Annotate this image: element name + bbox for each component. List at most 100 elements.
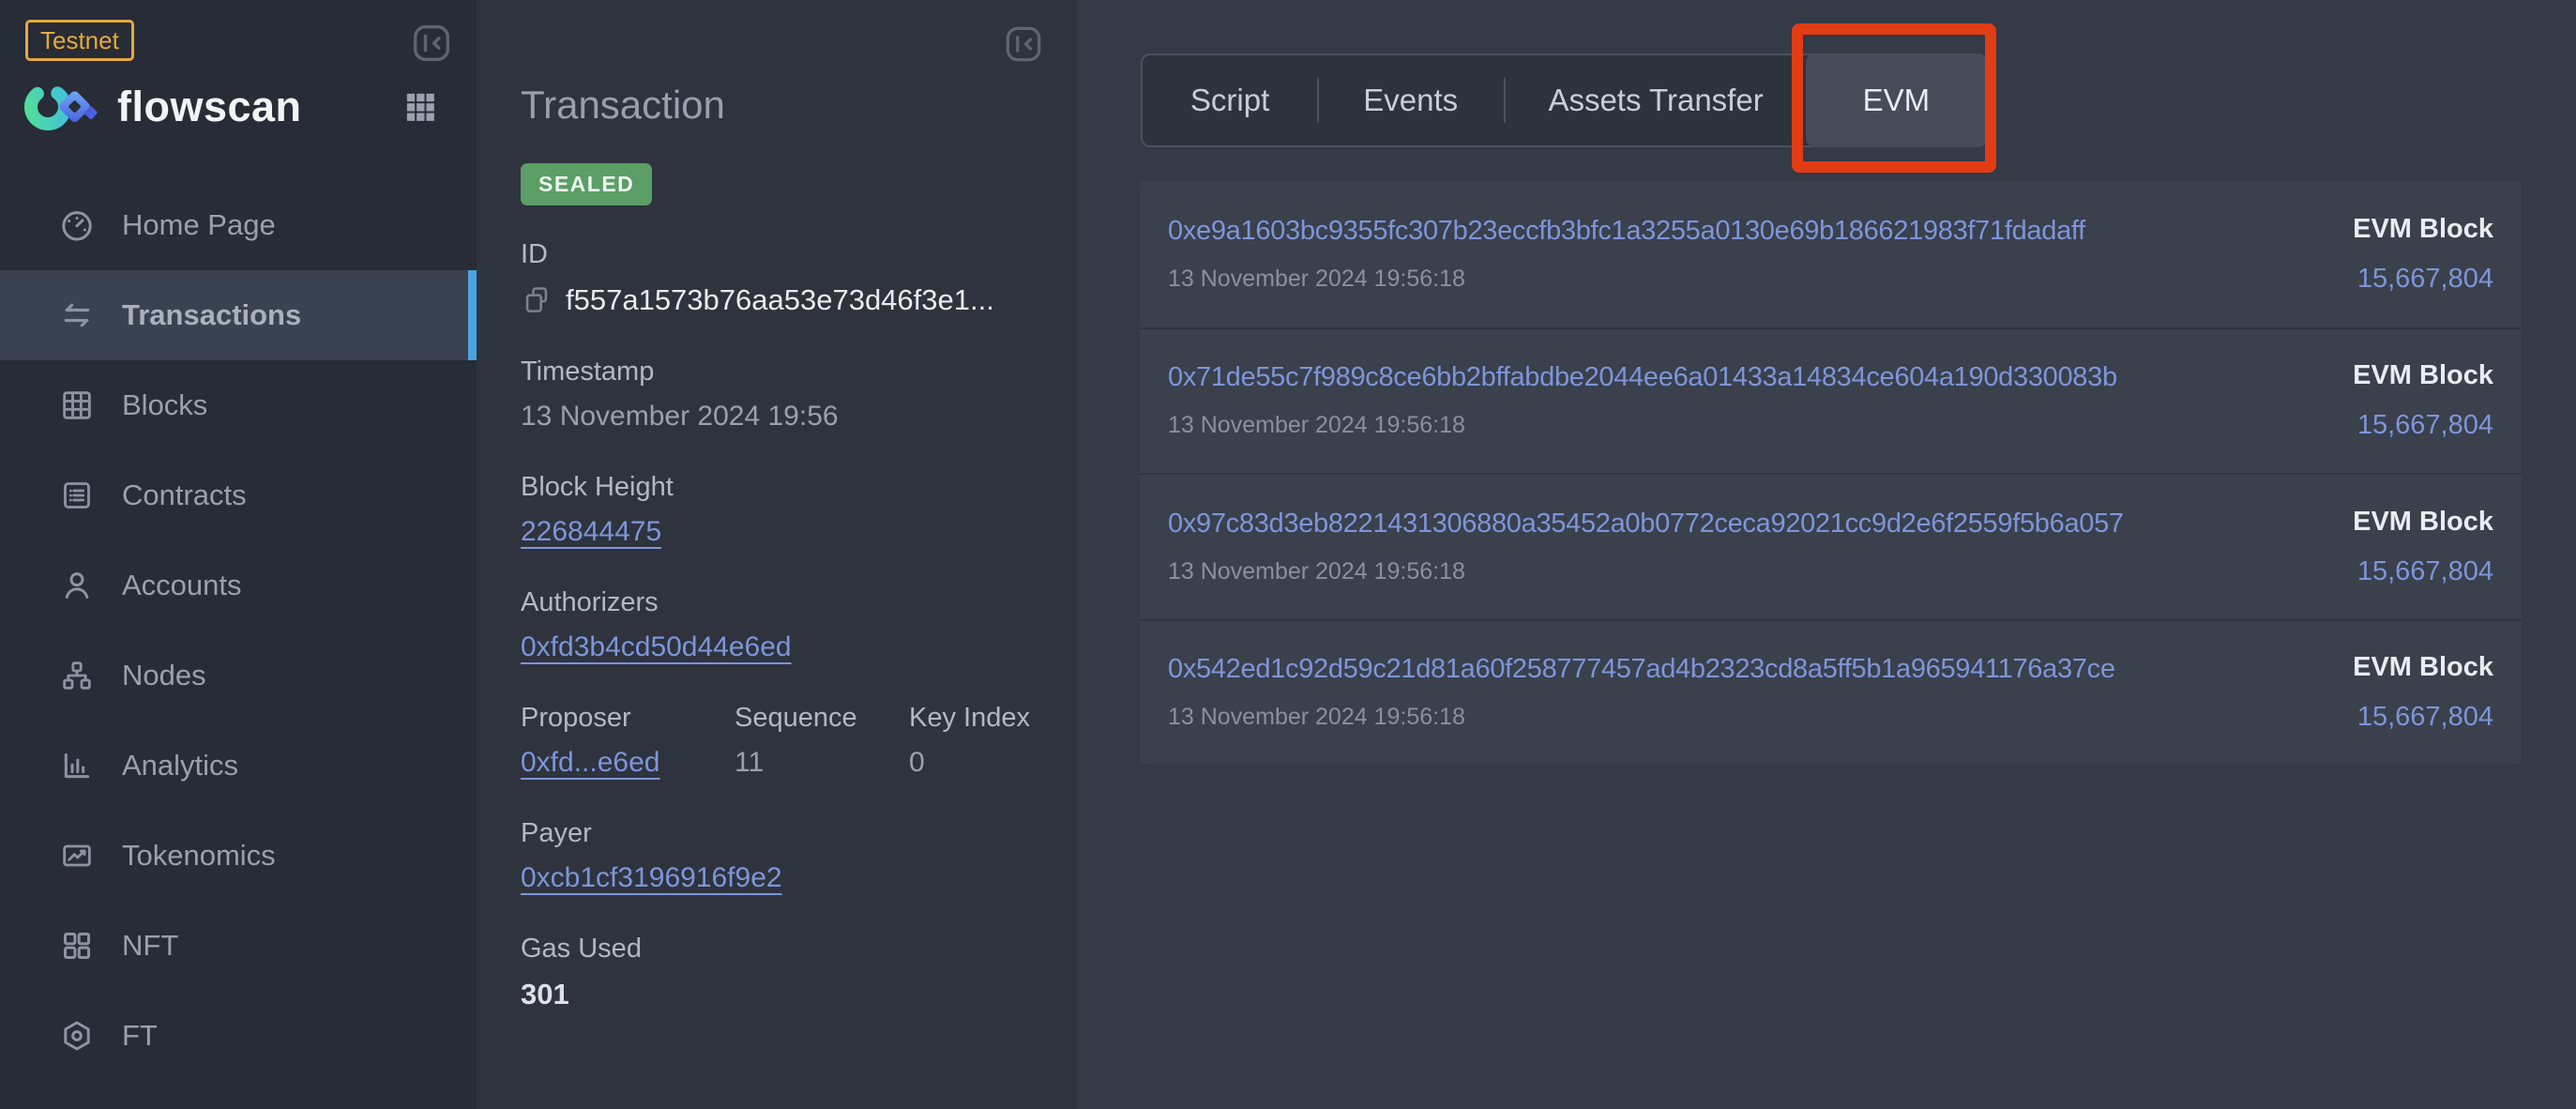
- authorizer-address-link[interactable]: 0xfd3b4cd50d44e6ed: [521, 631, 792, 662]
- tab-events[interactable]: Events: [1317, 55, 1504, 145]
- evm-block-label: EVM Block: [2353, 214, 2493, 245]
- key-index-value: 0: [909, 747, 1030, 779]
- field-authorizers: Authorizers 0xfd3b4cd50d44e6ed: [521, 587, 1039, 663]
- evm-tx-hash-link[interactable]: 0x97c83d3eb8221431306880a35452a0b0772cec…: [1168, 509, 2124, 539]
- collapse-panel-icon: [1000, 21, 1047, 68]
- sidebar-item-contracts[interactable]: Contracts: [0, 450, 477, 540]
- network-badge: Testnet: [25, 20, 134, 61]
- collapse-panel-icon: [407, 19, 456, 68]
- sidebar-item-accounts[interactable]: Accounts: [0, 540, 477, 630]
- sidebar-item-label: Analytics: [122, 749, 238, 782]
- key-index-label: Key Index: [909, 703, 1030, 734]
- document-list-icon: [58, 477, 96, 514]
- brand-title: flowscan: [117, 83, 302, 131]
- payer-label: Payer: [521, 818, 1039, 849]
- sidebar-collapse-button[interactable]: [407, 19, 456, 68]
- timestamp-value: 13 November 2024 19:56: [521, 401, 1039, 433]
- sidebar-item-label: Contracts: [122, 479, 247, 512]
- sidebar-item-nft[interactable]: NFT: [0, 901, 477, 991]
- four-squares-icon: [58, 927, 96, 965]
- panel-collapse-button[interactable]: [1000, 21, 1047, 68]
- evm-tx-timestamp: 13 November 2024 19:56:18: [1168, 558, 2124, 585]
- field-proposer-row: Proposer 0xfd...e6ed Sequence 11 Key Ind…: [521, 703, 1039, 779]
- tab-evm[interactable]: EVM: [1806, 53, 1987, 147]
- copy-button[interactable]: [521, 284, 553, 316]
- grid-table-icon: [58, 387, 96, 424]
- apps-grid-icon: [402, 88, 439, 126]
- org-chart-icon: [58, 657, 96, 694]
- person-icon: [58, 567, 96, 604]
- transaction-panel: Transaction SEALED ID f557a1573b76aa53e7…: [477, 0, 1077, 1109]
- sidebar-item-nodes[interactable]: Nodes: [0, 630, 477, 721]
- evm-tx-timestamp: 13 November 2024 19:56:18: [1168, 704, 2115, 731]
- sidebar-item-analytics[interactable]: Analytics: [0, 721, 477, 811]
- status-badge: SEALED: [521, 163, 652, 205]
- proposer-label: Proposer: [521, 703, 735, 734]
- sidebar-item-label: Accounts: [122, 569, 242, 602]
- evm-transactions-list: 0xe9a1603bc9355fc307b23eccfb3bfc1a3255a0…: [1140, 181, 2522, 765]
- id-label: ID: [521, 239, 1039, 270]
- evm-block-number-link[interactable]: 15,667,804: [2353, 264, 2493, 295]
- apps-grid-button[interactable]: [402, 88, 439, 126]
- sidebar: Testnet: [0, 0, 477, 1109]
- block-height-label: Block Height: [521, 472, 1039, 503]
- sidebar-item-label: Home Page: [122, 208, 276, 242]
- tab-assets-transfer[interactable]: Assets Transfer: [1504, 55, 1808, 145]
- evm-transaction-row: 0x97c83d3eb8221431306880a35452a0b0772cec…: [1140, 473, 2522, 619]
- sidebar-item-label: Blocks: [122, 388, 207, 422]
- sidebar-item-tokenomics[interactable]: Tokenomics: [0, 811, 477, 901]
- proposer-address-link[interactable]: 0xfd...e6ed: [521, 747, 659, 778]
- sequence-value: 11: [735, 747, 909, 779]
- sidebar-item-transactions[interactable]: Transactions: [0, 270, 477, 360]
- gas-used-value: 301: [521, 978, 1039, 1011]
- field-gas-used: Gas Used 301: [521, 934, 1039, 1011]
- sidebar-item-label: Transactions: [122, 298, 301, 332]
- copy-icon: [521, 284, 553, 316]
- evm-tx-timestamp: 13 November 2024 19:56:18: [1168, 266, 2085, 293]
- field-timestamp: Timestamp 13 November 2024 19:56: [521, 357, 1039, 433]
- timestamp-label: Timestamp: [521, 357, 1039, 387]
- sidebar-item-ft[interactable]: FT: [0, 991, 477, 1081]
- sidebar-item-blocks[interactable]: Blocks: [0, 360, 477, 450]
- flowscan-app: Testnet: [0, 0, 2576, 1109]
- sidebar-item-label: FT: [122, 1019, 158, 1053]
- field-block-height: Block Height 226844475: [521, 472, 1039, 548]
- evm-transaction-row: 0xe9a1603bc9355fc307b23eccfb3bfc1a3255a0…: [1140, 181, 2522, 327]
- evm-block-number-link[interactable]: 15,667,804: [2353, 410, 2493, 441]
- sequence-label: Sequence: [735, 703, 909, 734]
- flowscan-logo-icon[interactable]: [23, 73, 102, 141]
- transaction-id-value: f557a1573b76aa53e73d46f3e1...: [566, 283, 994, 317]
- evm-block-number-link[interactable]: 15,667,804: [2353, 702, 2493, 733]
- evm-block-number-link[interactable]: 15,667,804: [2353, 556, 2493, 587]
- sidebar-item-home-page[interactable]: Home Page: [0, 180, 477, 270]
- evm-transaction-row: 0x542ed1c92d59c21d81a60f258777457ad4b232…: [1140, 619, 2522, 766]
- evm-tx-hash-link[interactable]: 0x542ed1c92d59c21d81a60f258777457ad4b232…: [1168, 654, 2115, 685]
- evm-tx-hash-link[interactable]: 0xe9a1603bc9355fc307b23eccfb3bfc1a3255a0…: [1168, 216, 2085, 247]
- tab-bar: Script Events Assets Transfer EVM: [1141, 53, 1987, 147]
- gauge-icon: [58, 206, 96, 244]
- token-cube-icon: [58, 1017, 96, 1055]
- evm-tx-hash-link[interactable]: 0x71de55c7f989c8ce6bb2bffabdbe2044ee6a01…: [1168, 362, 2117, 393]
- bar-chart-icon: [58, 747, 96, 784]
- evm-tx-timestamp: 13 November 2024 19:56:18: [1168, 412, 2117, 439]
- evm-block-label: EVM Block: [2353, 652, 2493, 683]
- line-chart-icon: [58, 837, 96, 874]
- brand-row: flowscan: [23, 71, 439, 143]
- sidebar-item-label: NFT: [122, 929, 178, 963]
- page-title: Transaction: [521, 83, 1039, 128]
- field-payer: Payer 0xcb1cf3196916f9e2: [521, 818, 1039, 894]
- sidebar-item-label: Nodes: [122, 659, 206, 692]
- block-height-link[interactable]: 226844475: [521, 516, 661, 547]
- evm-block-label: EVM Block: [2353, 507, 2493, 538]
- field-id: ID f557a1573b76aa53e73d46f3e1...: [521, 239, 1039, 317]
- evm-transaction-row: 0x71de55c7f989c8ce6bb2bffabdbe2044ee6a01…: [1140, 327, 2522, 474]
- sidebar-item-label: Tokenomics: [122, 839, 276, 873]
- payer-address-link[interactable]: 0xcb1cf3196916f9e2: [521, 862, 782, 893]
- evm-block-label: EVM Block: [2353, 360, 2493, 391]
- main-content: Script Events Assets Transfer EVM 0xe9a1…: [1077, 0, 2576, 1109]
- swap-arrows-icon: [58, 296, 96, 334]
- authorizers-label: Authorizers: [521, 587, 1039, 618]
- sidebar-nav: Home Page Transactions: [0, 180, 477, 1081]
- tab-script[interactable]: Script: [1143, 55, 1317, 145]
- gas-used-label: Gas Used: [521, 934, 1039, 965]
